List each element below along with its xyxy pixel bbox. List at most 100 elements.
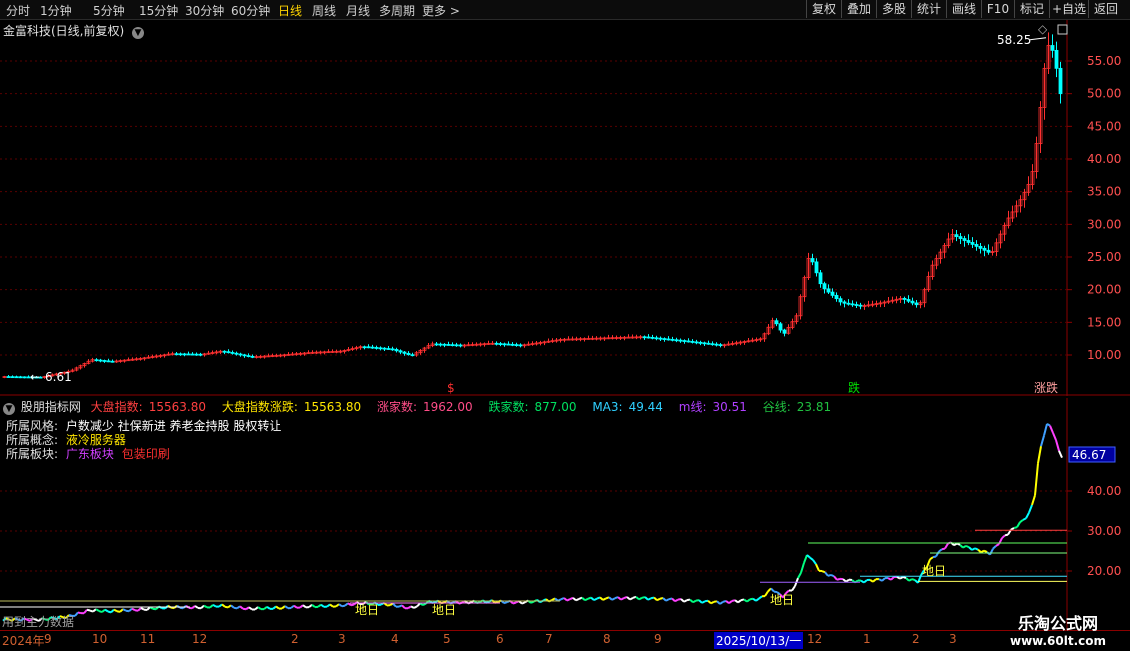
low-arrow-icon: ← bbox=[30, 370, 40, 384]
indicator-line-segment bbox=[246, 607, 249, 609]
candle-body bbox=[679, 340, 682, 341]
candle-body bbox=[675, 340, 678, 341]
indicator-line-segment bbox=[1020, 520, 1023, 522]
period-tab-monthly[interactable]: 月线 bbox=[346, 2, 370, 19]
date-label: 2 bbox=[912, 632, 920, 646]
statistics-button[interactable]: 统计 bbox=[911, 0, 946, 18]
indicator-line-segment bbox=[864, 580, 867, 583]
chevron-down-icon[interactable]: ▼ bbox=[132, 27, 144, 39]
indicator-line-segment bbox=[738, 600, 741, 602]
price-chart-panel[interactable]: 55.0050.0045.0040.0035.0030.0025.0020.00… bbox=[0, 20, 1130, 396]
candle-body bbox=[187, 354, 190, 355]
period-tab-15min[interactable]: 15分钟 bbox=[139, 2, 178, 19]
high-arrow bbox=[1030, 38, 1046, 40]
candle-body bbox=[223, 351, 226, 352]
period-tab-1min[interactable]: 1分钟 bbox=[40, 2, 72, 19]
indicator-line-segment bbox=[603, 598, 606, 600]
period-tab-30min[interactable]: 30分钟 bbox=[185, 2, 224, 19]
indicator-line-segment bbox=[504, 602, 507, 603]
indicator-line-segment bbox=[657, 599, 660, 601]
indicator-tick-label: 40.00 bbox=[1087, 484, 1121, 498]
overlay-button[interactable]: 叠加 bbox=[841, 0, 876, 18]
candle-body bbox=[499, 344, 502, 345]
candle-body bbox=[363, 347, 366, 348]
indicator-line-segment bbox=[630, 598, 633, 600]
period-tab-5min[interactable]: 5分钟 bbox=[93, 2, 125, 19]
candle-body bbox=[783, 330, 786, 333]
indicator-line-segment bbox=[993, 546, 996, 549]
date-label: 12 bbox=[807, 632, 822, 646]
window-toggle-icon bbox=[1058, 25, 1067, 34]
candle-body bbox=[819, 273, 822, 284]
indicator-line-segment bbox=[408, 606, 411, 608]
stock-title[interactable]: 金富科技(日线,前复权) ▼ bbox=[3, 22, 144, 39]
indicator-panel[interactable]: 40.0030.0020.0046.67地日地日地日地日用到主力数据 ▼ 股朋指… bbox=[0, 398, 1130, 630]
candle-body bbox=[811, 259, 814, 262]
indicator-line-segment bbox=[1005, 535, 1008, 536]
bottom-note: 用到主力数据 bbox=[2, 614, 74, 629]
period-tab-daily[interactable]: 日线 bbox=[278, 2, 302, 19]
indicator-line-segment bbox=[645, 597, 648, 600]
candle-body bbox=[971, 242, 974, 244]
indicator-line-segment bbox=[402, 605, 405, 608]
indicator-line-segment bbox=[102, 610, 105, 612]
indicator-line-segment bbox=[765, 591, 768, 596]
candle-body bbox=[907, 299, 910, 301]
candle-body bbox=[719, 345, 722, 346]
date-label: 9 bbox=[44, 632, 52, 646]
sector-label: 所属板块: bbox=[6, 447, 58, 461]
period-tab-timeshare[interactable]: 分时 bbox=[6, 2, 30, 19]
period-tab-weekly[interactable]: 周线 bbox=[312, 2, 336, 19]
candlestick-chart[interactable]: 55.0050.0045.0040.0035.0030.0025.0020.00… bbox=[0, 20, 1130, 396]
indicator-line-segment bbox=[303, 605, 306, 607]
indicator-line-segment bbox=[123, 609, 126, 611]
date-label: 2 bbox=[291, 632, 299, 646]
indicator-line-segment bbox=[930, 557, 933, 559]
indicator-line-segment bbox=[684, 600, 687, 602]
indicator-line-segment bbox=[138, 608, 141, 611]
candle-body bbox=[515, 345, 518, 346]
restore-rights-button[interactable]: 复权 bbox=[806, 0, 841, 18]
candle-body bbox=[183, 354, 186, 355]
add-watchlist-button[interactable]: +自选 bbox=[1049, 0, 1088, 18]
indicator-line-segment bbox=[756, 599, 759, 601]
period-tab-multi[interactable]: 多周期 bbox=[379, 2, 415, 19]
stock-title-text: 金富科技(日线,前复权) bbox=[3, 24, 124, 38]
watermark-title: 乐淘公式网 bbox=[994, 610, 1122, 634]
indicator-line-segment bbox=[702, 601, 705, 603]
date-label: 3 bbox=[949, 632, 957, 646]
candle-body bbox=[507, 344, 510, 345]
diamond-icon: ◇ bbox=[1038, 22, 1048, 36]
indicator-line-segment bbox=[423, 603, 426, 605]
f10-button[interactable]: F10 bbox=[981, 0, 1014, 18]
indicator-line-segment bbox=[573, 598, 576, 601]
multi-stock-button[interactable]: 多股 bbox=[876, 0, 911, 18]
signal-tag: 地日 bbox=[770, 593, 794, 607]
indicator-line-segment bbox=[744, 599, 747, 601]
price-tick-label: 55.00 bbox=[1087, 54, 1121, 68]
period-tab-60min[interactable]: 60分钟 bbox=[231, 2, 270, 19]
date-label: 2024年 bbox=[2, 632, 45, 649]
indicator-line-segment bbox=[294, 606, 297, 608]
period-tab-more[interactable]: 更多 > bbox=[422, 2, 460, 19]
candle-body bbox=[99, 360, 102, 361]
indicator-line-segment bbox=[609, 597, 612, 600]
indicator-line-segment bbox=[984, 551, 987, 552]
chevron-down-icon[interactable]: ▼ bbox=[3, 403, 15, 415]
back-button[interactable]: 返回 bbox=[1088, 0, 1123, 18]
candle-body bbox=[827, 289, 830, 292]
indicator-line-segment bbox=[555, 598, 558, 600]
candle-body bbox=[231, 352, 234, 353]
candle-body bbox=[175, 354, 178, 355]
candle-body bbox=[963, 239, 966, 241]
candle-body bbox=[407, 353, 410, 354]
draw-line-button[interactable]: 画线 bbox=[946, 0, 981, 18]
field-market-change: 大盘指数涨跌:15563.80 bbox=[222, 400, 367, 414]
indicator-line-segment bbox=[237, 606, 240, 608]
candle-body bbox=[179, 354, 182, 355]
indicator-line-segment bbox=[114, 610, 117, 612]
indicator-line-segment bbox=[717, 601, 720, 604]
mark-button[interactable]: 标记 bbox=[1014, 0, 1049, 18]
indicator-line-segment bbox=[276, 606, 279, 608]
indicator-line-segment bbox=[126, 611, 129, 612]
